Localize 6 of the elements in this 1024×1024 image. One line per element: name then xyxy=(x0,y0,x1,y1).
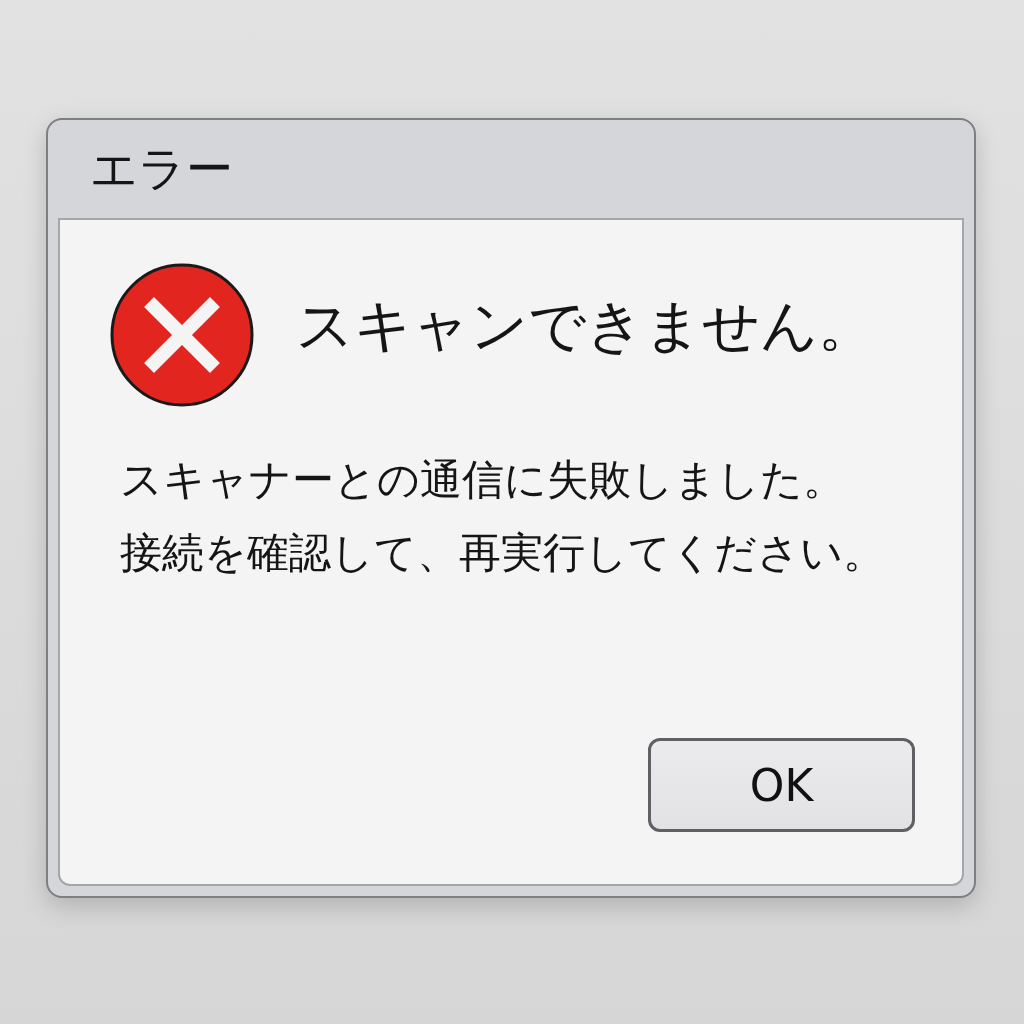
ok-button[interactable]: OK xyxy=(648,738,915,832)
error-message: スキャナーとの通信に失敗しました。 xyxy=(120,454,845,506)
error-message: 接続を確認して、再実行してください。 xyxy=(120,527,885,579)
window-title: エラー xyxy=(90,140,233,198)
error-icon xyxy=(110,263,254,407)
error-heading: スキャンできません。 xyxy=(296,290,875,360)
